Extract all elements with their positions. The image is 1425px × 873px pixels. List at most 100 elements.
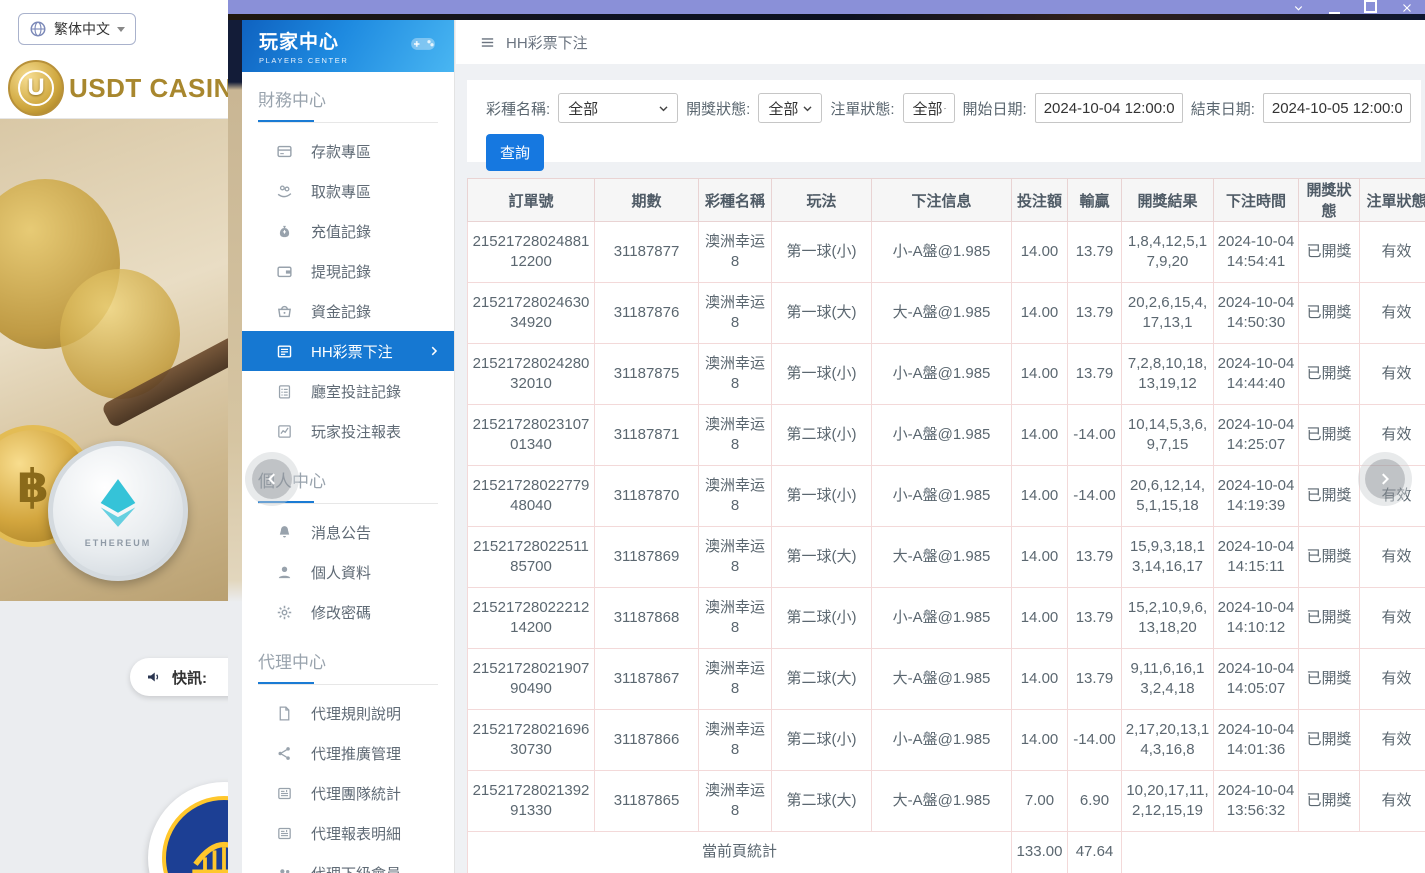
chevron-down-icon xyxy=(943,102,947,115)
sidebar-item[interactable]: 充值記錄 xyxy=(242,211,454,251)
cell-winloss: 13.79 xyxy=(1068,588,1122,649)
start-date-input[interactable] xyxy=(1035,93,1183,123)
sidebar-item[interactable]: 存款專區 xyxy=(242,131,454,171)
chevron-down-icon xyxy=(657,102,670,115)
cell-result: 15,9,3,18,13,14,16,17 xyxy=(1122,527,1214,588)
cell-order_status: 有效 xyxy=(1360,283,1425,344)
sidebar-item-label: 個人資料 xyxy=(311,562,371,583)
sidebar-item[interactable]: 代理下級會員 xyxy=(242,853,454,873)
cell-draw_status: 已開獎 xyxy=(1299,649,1360,710)
news-icon xyxy=(276,785,293,802)
summary-win-total: 47.64 xyxy=(1068,832,1122,873)
sidebar-item[interactable]: 取款專區 xyxy=(242,171,454,211)
gamepad-icon xyxy=(404,28,442,58)
window-chevron-button[interactable] xyxy=(1292,2,1305,14)
doc-icon xyxy=(276,705,293,722)
chart-icon xyxy=(276,423,293,440)
sidebar-item[interactable]: 修改密碼 xyxy=(242,592,454,632)
draw-status-select[interactable]: 全部 xyxy=(758,93,822,123)
sidebar-item[interactable]: 廳室投註記錄 xyxy=(242,371,454,411)
ethereum-coin: ETHEREUM xyxy=(48,441,188,581)
summary-label: 當前頁統計 xyxy=(468,832,1012,873)
cell-period: 31187876 xyxy=(595,283,699,344)
window-maximize-button[interactable] xyxy=(1364,0,1377,14)
sidebar-item[interactable]: 資金記錄 xyxy=(242,291,454,331)
sidebar-item-label: 廳室投註記錄 xyxy=(311,381,401,402)
cell-lottery: 澳洲幸运8 xyxy=(699,588,772,649)
start-date-label: 開始日期: xyxy=(963,98,1027,119)
clipboard-icon xyxy=(276,383,293,400)
cell-result: 20,6,12,14,5,1,15,18 xyxy=(1122,466,1214,527)
sidebar-item[interactable]: 代理規則說明 xyxy=(242,693,454,733)
cell-order_status: 有效 xyxy=(1360,588,1425,649)
summary-empty xyxy=(1122,832,1425,873)
table-row: 215217280248811220031187877澳洲幸运8第一球(小)小-… xyxy=(468,222,1425,283)
content-header: HH彩票下注 xyxy=(456,20,1425,64)
sidebar-item-label: 代理推廣管理 xyxy=(311,743,401,764)
brand-coin-icon: U xyxy=(8,60,64,116)
cell-time: 2024-10-04 14:10:12 xyxy=(1214,588,1299,649)
cell-result: 10,14,5,3,6,9,7,15 xyxy=(1122,405,1214,466)
sidebar-item[interactable]: 代理團隊統計 xyxy=(242,773,454,813)
language-selector[interactable]: 繁体中文 xyxy=(18,13,136,45)
sidebar-item[interactable]: 代理報表明細 xyxy=(242,813,454,853)
cell-play: 第二球(小) xyxy=(772,588,872,649)
cell-order: 2152172802277948040 xyxy=(468,466,595,527)
cell-play: 第一球(大) xyxy=(772,527,872,588)
end-date-input[interactable] xyxy=(1263,93,1411,123)
cell-draw_status: 已開獎 xyxy=(1299,588,1360,649)
hand-coins-icon xyxy=(276,183,293,200)
column-header: 玩法 xyxy=(772,179,872,222)
carousel-next-button[interactable] xyxy=(1365,459,1405,499)
cell-winloss: -14.00 xyxy=(1068,466,1122,527)
cell-order_status: 有效 xyxy=(1360,710,1425,771)
search-button[interactable]: 查詢 xyxy=(486,134,544,171)
carousel-prev-button[interactable] xyxy=(252,459,292,499)
news-ticker[interactable]: 快訊: xyxy=(130,658,228,696)
main-content: HH彩票下注 彩種名稱: 全部 開獎狀態: 全部 注單狀態: 全部 xyxy=(455,20,1425,873)
sidebar-item[interactable]: 提現記錄 xyxy=(242,251,454,291)
cell-time: 2024-10-04 14:15:11 xyxy=(1214,527,1299,588)
sidebar-item[interactable]: HH彩票下注 xyxy=(242,331,454,371)
cell-period: 31187865 xyxy=(595,771,699,832)
column-header: 開獎結果 xyxy=(1122,179,1214,222)
cell-order: 2152172802310701340 xyxy=(468,405,595,466)
cell-info: 大-A盤@1.985 xyxy=(872,527,1012,588)
sidebar: 玩家中心 PLAYERS CENTER 財務中心存款專區取款專區充值記錄提現記錄… xyxy=(242,20,455,873)
sidebar-item-label: 消息公告 xyxy=(311,522,371,543)
caret-down-icon xyxy=(117,27,125,32)
cell-order_status: 有效 xyxy=(1360,771,1425,832)
cell-winloss: -14.00 xyxy=(1068,405,1122,466)
cell-time: 2024-10-04 14:19:39 xyxy=(1214,466,1299,527)
table-row: 215217280227794804031187870澳洲幸运8第一球(小)小-… xyxy=(468,466,1425,527)
site-header: 繁体中文 U USDT CASINO xyxy=(0,0,228,119)
sidebar-item[interactable]: 個人資料 xyxy=(242,552,454,592)
cell-order: 2152172802190790490 xyxy=(468,649,595,710)
cell-lottery: 澳洲幸运8 xyxy=(699,344,772,405)
sidebar-item[interactable]: 消息公告 xyxy=(242,512,454,552)
sidebar-item[interactable]: 代理推廣管理 xyxy=(242,733,454,773)
order-status-select[interactable]: 全部 xyxy=(903,93,955,123)
cell-order_status: 有效 xyxy=(1360,222,1425,283)
cell-amount: 14.00 xyxy=(1012,527,1068,588)
column-header: 注單狀態 xyxy=(1360,179,1425,222)
sidebar-banner: 玩家中心 PLAYERS CENTER xyxy=(242,20,454,72)
left-edge-strip xyxy=(228,20,242,873)
team-logo-badge xyxy=(148,782,228,873)
close-icon xyxy=(1401,2,1413,14)
window-close-button[interactable] xyxy=(1401,2,1413,14)
sidebar-item[interactable]: 玩家投注報表 xyxy=(242,411,454,451)
cell-time: 2024-10-04 14:50:30 xyxy=(1214,283,1299,344)
window-minimize-button[interactable] xyxy=(1329,4,1340,14)
column-header: 訂單號 xyxy=(468,179,595,222)
cell-result: 20,2,6,15,4,17,13,1 xyxy=(1122,283,1214,344)
cell-amount: 14.00 xyxy=(1012,405,1068,466)
table-row: 215217280222121420031187868澳洲幸运8第二球(小)小-… xyxy=(468,588,1425,649)
cell-lottery: 澳洲幸运8 xyxy=(699,649,772,710)
page-summary-row: 當前頁統計 133.00 47.64 xyxy=(468,832,1425,873)
cell-play: 第二球(大) xyxy=(772,649,872,710)
column-header: 彩種名稱 xyxy=(699,179,772,222)
hamburger-icon[interactable] xyxy=(479,34,496,51)
cell-order_status: 有效 xyxy=(1360,527,1425,588)
lottery-select[interactable]: 全部 xyxy=(558,93,678,123)
